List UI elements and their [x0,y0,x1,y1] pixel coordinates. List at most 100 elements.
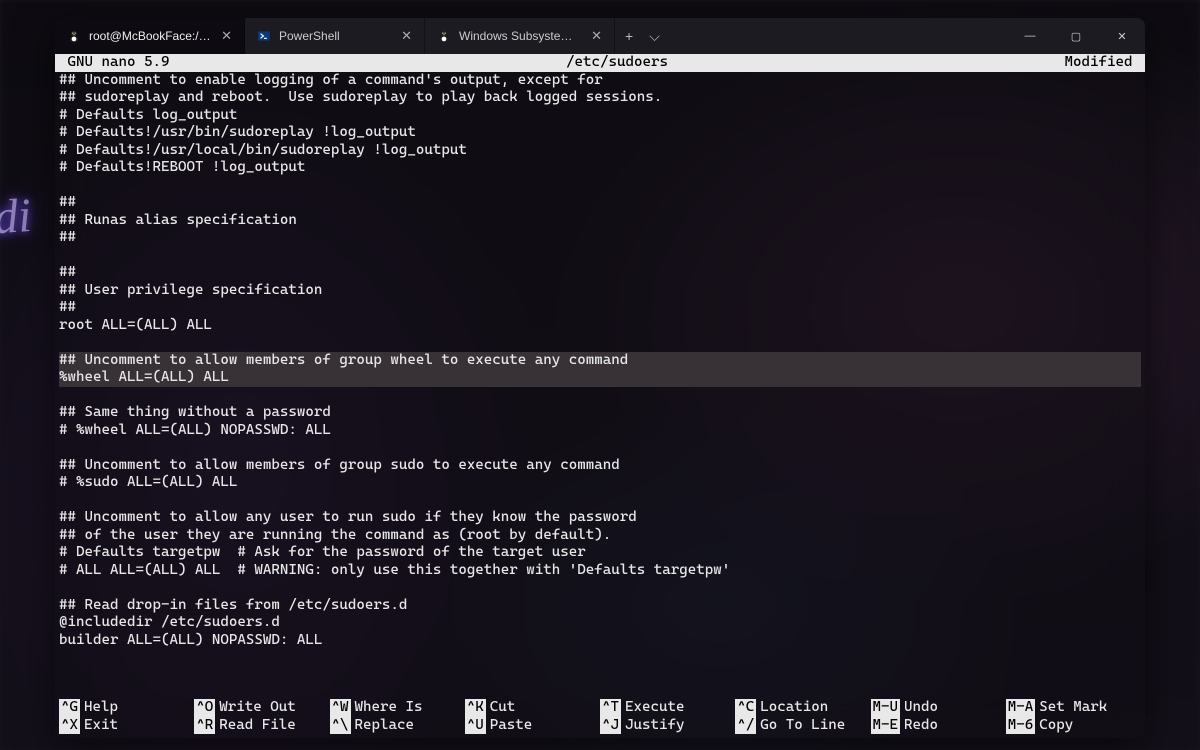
close-window-button[interactable]: ✕ [1099,18,1145,54]
shortcut-paste: ^UPaste [465,717,600,735]
editor-line: # Defaults log_output [59,107,1141,125]
editor-line: @includedir /etc/sudoers.d [59,614,1141,632]
shortcut-undo: M-UUndo [871,699,1006,717]
shortcut-label: Go To Line [756,717,845,735]
shortcut-read-file: ^RRead File [194,717,329,735]
shortcut-exit: ^XExit [59,717,194,735]
shortcut-key: ^U [465,717,486,735]
shortcut-label: Copy [1035,717,1073,735]
shortcut-key: ^G [59,699,80,717]
tab-2[interactable]: root@McBookFace:/mnt/c/User ✕ [55,18,245,54]
tab-bar: root@McBookFace:/mnt/c/User✕PowerShell✕W… [55,18,1145,54]
editor-line: ## [59,229,1141,247]
editor-line: ## of the user they are running the comm… [59,527,1141,545]
shortcut-key: ^K [465,699,486,717]
editor-line: ## Read drop-in files from /etc/sudoers.… [59,597,1141,615]
editor-line: ## Uncomment to enable logging of a comm… [59,72,1141,90]
shortcut-key: ^/ [735,717,756,735]
editor-line: # %wheel ALL=(ALL) NOPASSWD: ALL [59,422,1141,440]
maximize-button[interactable]: ▢ [1053,18,1099,54]
editor-line: builder ALL=(ALL) NOPASSWD: ALL [59,632,1141,648]
shortcut-key: ^C [735,699,756,717]
shortcut-key: M-E [871,717,901,735]
nano-file-path: /etc/sudoers [169,54,1064,72]
editor-line: ## Runas alias specification [59,212,1141,230]
editor-line: # Defaults targetpw # Ask for the passwo… [59,544,1141,562]
shortcut-key: ^W [330,699,351,717]
editor-line [59,492,1141,510]
shortcut-key: M-6 [1006,717,1036,735]
editor-line [59,334,1141,352]
editor-line: # ALL ALL=(ALL) ALL # WARNING: only use … [59,562,1141,580]
editor-line: # Defaults!/usr/bin/sudoreplay !log_outp… [59,124,1141,142]
shortcut-key: ^R [194,717,215,735]
terminal-window: root@McBookFace:/mnt/c/User✕PowerShell✕W… [55,18,1145,738]
editor-line: ## Same thing without a password [59,404,1141,422]
shortcut-key: ^\ [330,717,351,735]
editor-line: root ALL=(ALL) ALL [59,317,1141,335]
editor-line: %wheel ALL=(ALL) ALL [59,369,1141,387]
editor-line [59,439,1141,457]
editor-line: ## Uncomment to allow members of group s… [59,457,1141,475]
nano-shortcuts: ^GHelp^OWrite Out^WWhere Is^KCut^TExecut… [55,699,1145,738]
tux-icon [437,29,451,43]
editor-line: ## [59,264,1141,282]
nano-title-left: GNU nano 5.9 [59,54,169,72]
minimize-button[interactable]: — [1007,18,1053,54]
editor-content[interactable]: ## Uncomment to enable logging of a comm… [55,72,1145,648]
shortcut-label: Cut [486,699,516,717]
shortcut-key: ^J [600,717,621,735]
shortcut-key: ^X [59,717,80,735]
tab-close-button[interactable]: ✕ [399,26,414,46]
neon-sign: adi [0,188,33,247]
shortcut-label: Execute [621,699,684,717]
shortcut-label: Write Out [215,699,295,717]
editor-line: ## Uncomment to allow any user to run su… [59,509,1141,527]
tux-icon [67,29,81,43]
editor-line: # Defaults!REBOOT !log_output [59,159,1141,177]
tab-label: PowerShell [279,29,391,43]
tab-close-button[interactable]: ✕ [219,26,234,46]
editor-line: ## [59,299,1141,317]
shortcut-label: Paste [486,717,532,735]
editor-line [59,579,1141,597]
shortcut-key: M-U [871,699,901,717]
editor-line: # %sudo ALL=(ALL) ALL [59,474,1141,492]
new-tab-button[interactable]: + [621,24,637,48]
editor-line [59,247,1141,265]
shortcut-where-is: ^WWhere Is [330,699,465,717]
tab-controls: + ⌵ [615,18,670,54]
terminal-viewport[interactable]: GNU nano 5.9 /etc/sudoers Modified ## Un… [55,54,1145,738]
editor-line: ## Uncomment to allow members of group w… [59,352,1141,370]
tab-label: Windows Subsystem for Linux F [459,29,581,43]
shortcut-label: Set Mark [1035,699,1107,717]
shortcut-go-to-line: ^/Go To Line [735,717,870,735]
editor-line: ## sudoreplay and reboot. Use sudoreplay… [59,89,1141,107]
shortcut-label: Read File [215,717,295,735]
shortcut-help: ^GHelp [59,699,194,717]
tab-dropdown-button[interactable]: ⌵ [645,24,664,49]
shortcut-label: Replace [351,717,414,735]
shortcut-label: Where Is [351,699,423,717]
shortcut-redo: M-ERedo [871,717,1006,735]
shortcut-write-out: ^OWrite Out [194,699,329,717]
editor-line: # Defaults!/usr/local/bin/sudoreplay !lo… [59,142,1141,160]
shortcut-label: Location [756,699,828,717]
shortcut-key: ^T [600,699,621,717]
editor-line [59,177,1141,195]
editor-line [59,387,1141,405]
shortcut-key: ^O [194,699,215,717]
shortcut-execute: ^TExecute [600,699,735,717]
shortcut-label: Help [80,699,118,717]
editor-line: ## [59,194,1141,212]
shortcut-label: Exit [80,717,118,735]
tab-close-button[interactable]: ✕ [589,26,604,46]
tab-0[interactable]: Windows Subsystem for Linux F ✕ [425,18,615,54]
shortcut-label: Undo [900,699,938,717]
shortcut-label: Justify [621,717,684,735]
tab-1[interactable]: PowerShell ✕ [245,18,425,54]
shortcut-label: Redo [900,717,938,735]
window-buttons: — ▢ ✕ [1007,18,1145,54]
shortcut-key: M-A [1006,699,1036,717]
tab-label: root@McBookFace:/mnt/c/User [89,29,211,43]
